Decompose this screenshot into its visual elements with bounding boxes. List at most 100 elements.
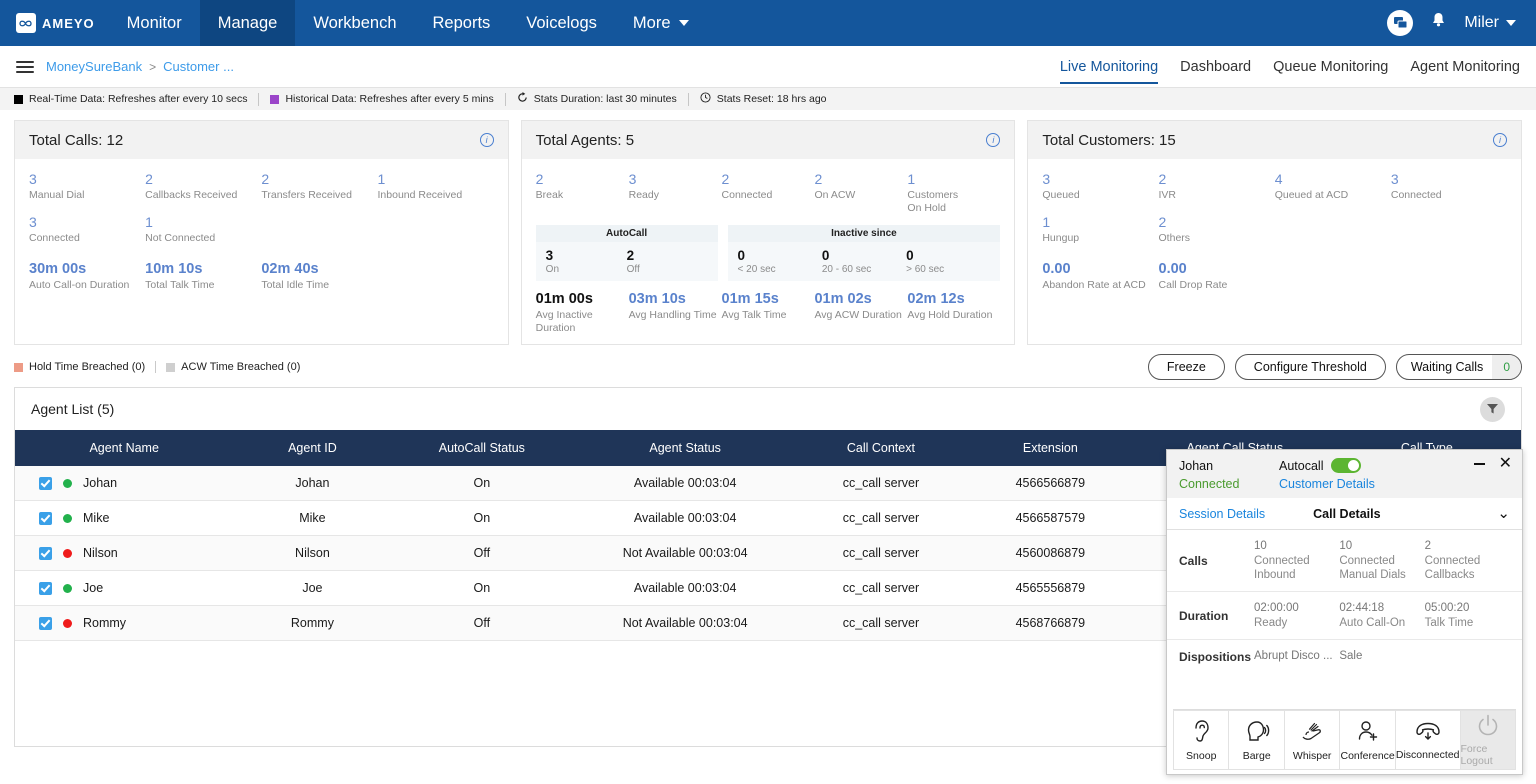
total-calls-title: Total Calls: 12 <box>29 131 124 149</box>
autocall-toggle[interactable] <box>1331 458 1362 473</box>
total-agents-row-3: 01m 00s Avg Inactive Duration 03m 10s Av… <box>536 291 1001 335</box>
tab-dashboard[interactable]: Dashboard <box>1180 46 1251 87</box>
info-icon[interactable]: i <box>986 133 1001 147</box>
detail-tabs: Session Details Call Details ⌄ <box>1167 498 1522 530</box>
metric-manual-dial: 3 Manual Dial <box>29 171 145 202</box>
cell-agent-id: Rommy <box>233 605 392 641</box>
close-icon[interactable]: ✕ <box>1499 456 1512 472</box>
row-checkbox[interactable] <box>39 546 52 560</box>
cell-agent-name: Joe <box>15 570 234 606</box>
nav-item-voicelogs[interactable]: Voicelogs <box>508 0 615 46</box>
row-checkbox[interactable] <box>39 616 52 630</box>
disposition-value: Abrupt Disco ... <box>1254 650 1333 662</box>
column-call-context[interactable]: Call Context <box>798 430 964 466</box>
breadcrumb-root[interactable]: MoneySureBank <box>46 59 142 74</box>
row-checkbox[interactable] <box>39 511 52 525</box>
chevron-down-icon[interactable]: ⌄ <box>1497 506 1510 521</box>
freeze-button[interactable]: Freeze <box>1147 354 1225 380</box>
info-icon[interactable]: i <box>1493 133 1508 147</box>
ameyo-logo[interactable]: AMEYO <box>0 0 109 46</box>
force-logout-label: Force Logout <box>1460 742 1493 767</box>
column-extension[interactable]: Extension <box>964 430 1137 466</box>
metric-label: Call Drop Rate <box>1158 279 1228 291</box>
chat-icon[interactable] <box>1387 10 1414 36</box>
metric-label: > 60 sec <box>906 264 945 275</box>
metric-value: 03m 10s <box>628 291 686 307</box>
column-agent-name[interactable]: Agent Name <box>15 430 233 466</box>
breadcrumb-current[interactable]: Customer ... <box>163 59 234 74</box>
cell-call-context: cc_call server <box>798 535 964 571</box>
waiting-calls-button[interactable]: Waiting Calls 0 <box>1395 354 1522 380</box>
cell-extension: 4565556879 <box>963 570 1137 606</box>
whisper-button[interactable]: Whisper <box>1284 710 1341 770</box>
metric-ivr: 2 IVR <box>1159 171 1275 202</box>
metric-label: Queued <box>1042 189 1080 201</box>
column-agent-status[interactable]: Agent Status <box>572 430 798 466</box>
top-nav-right-group: Miler <box>1387 0 1536 46</box>
head-speak-icon <box>1244 719 1270 748</box>
metric-label: Total Talk Time <box>145 279 215 291</box>
metric-value: 2 <box>626 248 635 263</box>
metric-avg-talk-time: 01m 15s Avg Talk Time <box>722 291 815 335</box>
metric-avg-acw-duration: 01m 02s Avg ACW Duration <box>814 291 907 335</box>
barge-button[interactable]: Barge <box>1229 710 1285 770</box>
configure-threshold-button[interactable]: Configure Threshold <box>1234 354 1386 380</box>
snoop-button[interactable]: Snoop <box>1173 710 1230 770</box>
nav-item-reports[interactable]: Reports <box>415 0 509 46</box>
row-checkbox[interactable] <box>39 581 52 595</box>
action-buttons: Freeze Configure Threshold Waiting Calls… <box>1147 354 1522 380</box>
cell-autocall-status: On <box>391 500 573 536</box>
hamburger-menu-icon[interactable] <box>16 60 34 73</box>
metric-value: 02m 12s <box>907 291 965 307</box>
customer-details-link[interactable]: Customer Details <box>1279 477 1375 491</box>
cell-agent-status: Available 00:03:04 <box>572 466 799 501</box>
nav-item-more[interactable]: More <box>615 0 707 46</box>
metric-value: 01m 02s <box>814 291 872 307</box>
divider <box>155 361 157 373</box>
stats-reset-info: Stats Reset: 18 hrs ago <box>689 92 838 106</box>
disconnect-button[interactable]: Disconnected <box>1395 710 1461 770</box>
conference-button[interactable]: Conference <box>1340 710 1396 770</box>
tab-live-monitoring[interactable]: Live Monitoring <box>1059 46 1159 87</box>
historical-data-text: Historical Data: Refreshes after every 5… <box>285 93 494 105</box>
nav-item-monitor[interactable]: Monitor <box>109 0 200 46</box>
metric-value: 3 <box>545 248 554 263</box>
detail-calls-label: Calls <box>1179 553 1208 568</box>
tab-call-details[interactable]: Call Details <box>1313 507 1380 521</box>
row-checkbox[interactable] <box>39 476 52 490</box>
metric-inactive-over-60s: 0 > 60 sec <box>906 248 990 275</box>
stats-reset-text: Stats Reset: 18 hrs ago <box>716 93 827 105</box>
user-menu[interactable]: Miler <box>1464 14 1516 32</box>
cell-call-context: cc_call server <box>798 466 964 501</box>
metric-label: Ready <box>628 189 659 201</box>
disposition-item: Sale <box>1339 649 1424 664</box>
filter-icon[interactable] <box>1480 396 1505 422</box>
column-autocall-status[interactable]: AutoCall Status <box>391 430 572 466</box>
tab-queue-monitoring[interactable]: Queue Monitoring <box>1273 46 1388 87</box>
metric-spacer <box>378 261 494 292</box>
nav-item-manage[interactable]: Manage <box>199 0 296 46</box>
metric-talk-time-duration: 05:00:20 Talk Time <box>1425 601 1510 630</box>
snoop-label: Snoop <box>1186 749 1217 762</box>
chevron-down-icon <box>1506 20 1516 26</box>
metric-label: Avg Handling Time <box>628 309 717 321</box>
tab-agent-monitoring[interactable]: Agent Monitoring <box>1410 46 1520 87</box>
total-agents-card-header: Total Agents: 5 i <box>521 121 1015 159</box>
info-icon[interactable]: i <box>479 133 494 147</box>
total-agents-title: Total Agents: 5 <box>535 131 635 149</box>
nav-item-workbench[interactable]: Workbench <box>295 0 414 46</box>
metric-autocall-off: 2 Off <box>627 248 708 275</box>
total-agents-row-1: 2 Break 3 Ready 2 Connected 2 On ACW 1 C… <box>536 171 1001 215</box>
breadcrumb-separator-icon: > <box>149 59 157 74</box>
detail-row-dispositions: Dispositions Abrupt Disco ... Sale <box>1167 640 1522 673</box>
bell-icon[interactable] <box>1431 12 1446 34</box>
cell-extension: 4560086879 <box>963 535 1137 571</box>
column-agent-id[interactable]: Agent ID <box>233 430 391 466</box>
metric-label: Inbound Received <box>377 189 463 201</box>
metric-on-acw: 2 On ACW <box>814 171 907 215</box>
tab-session-details[interactable]: Session Details <box>1179 507 1265 521</box>
hold-breach-swatch-icon <box>14 362 23 372</box>
metric-value: 0 <box>737 248 746 263</box>
minimize-icon[interactable] <box>1473 463 1485 465</box>
metric-autocall-on: 3 On <box>546 248 627 275</box>
